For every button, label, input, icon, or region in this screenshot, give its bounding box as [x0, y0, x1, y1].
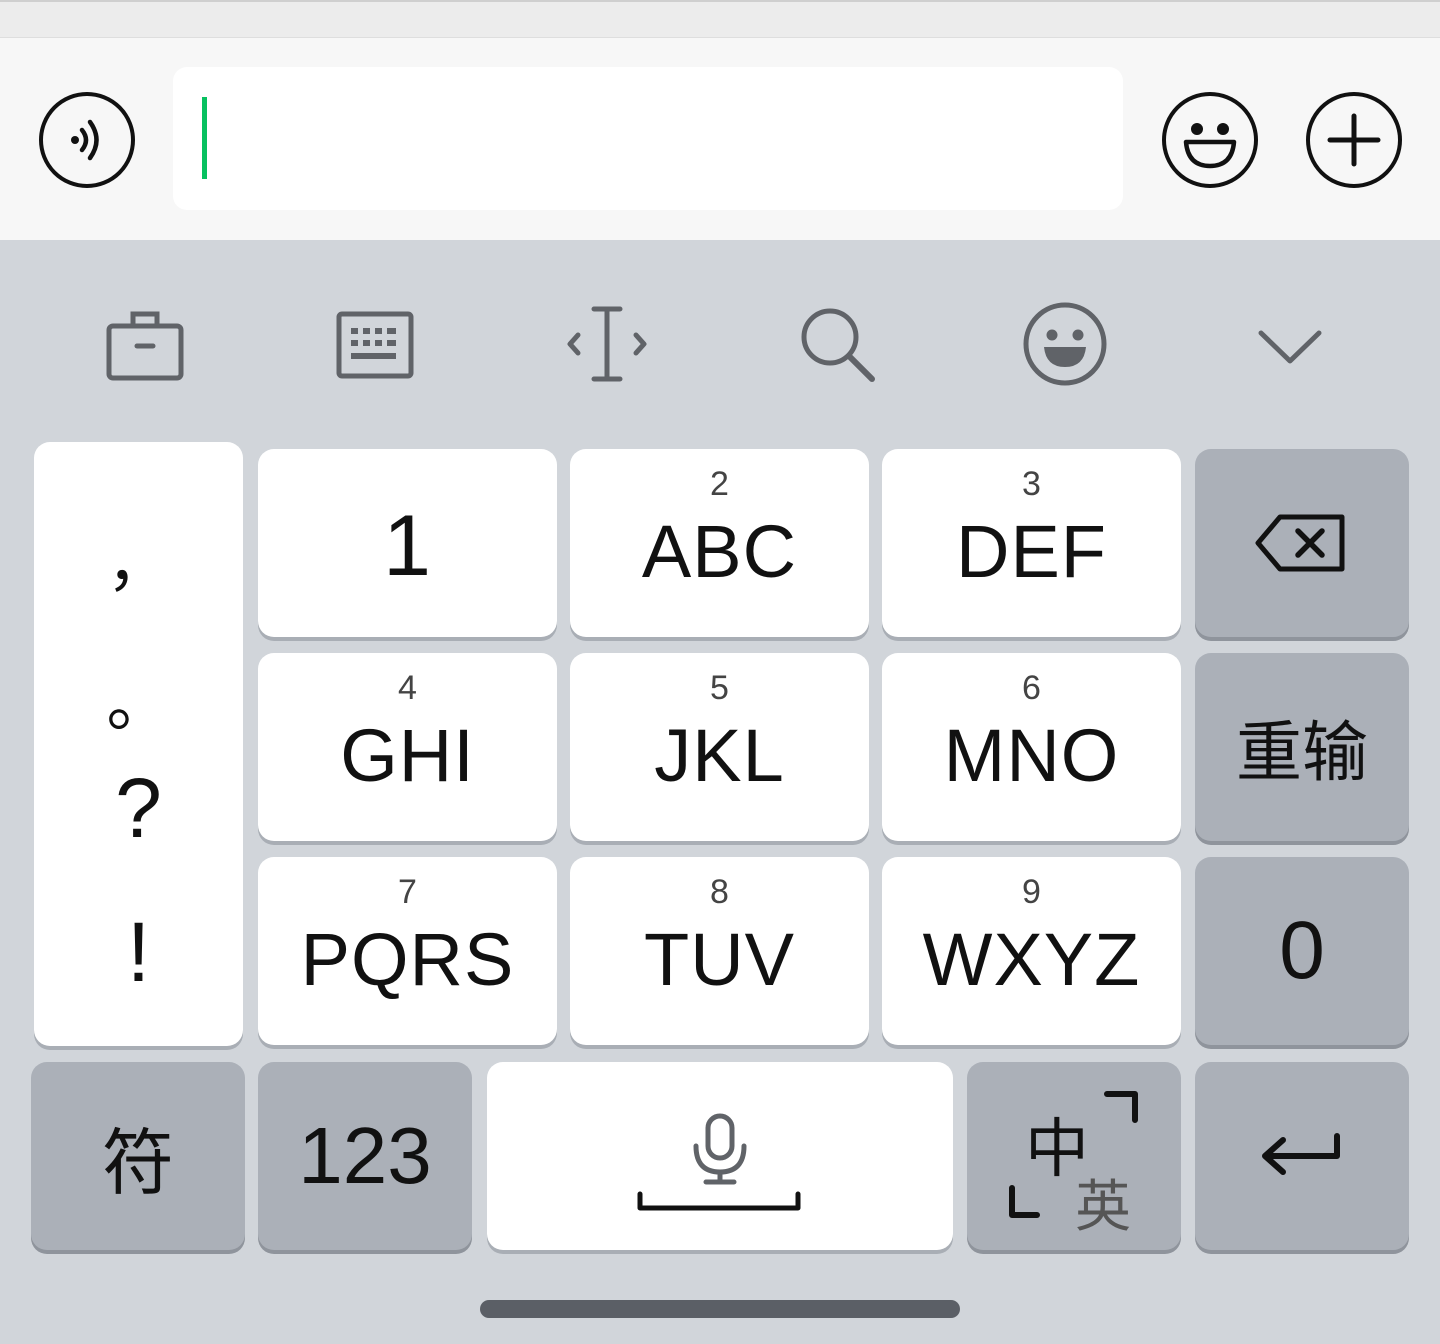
space-key[interactable]	[487, 1062, 953, 1250]
hide-keyboard-button[interactable]	[1240, 294, 1340, 394]
more-button[interactable]	[1306, 92, 1402, 188]
keyboard-switch-button[interactable]	[325, 294, 425, 394]
numbers-key[interactable]: 123	[258, 1062, 472, 1250]
key-2-abc[interactable]: 2 ABC	[570, 449, 869, 637]
key-label: GHI	[340, 714, 475, 797]
emoji-panel-button[interactable]	[1015, 294, 1115, 394]
key-digit: 2	[710, 465, 729, 503]
key-digit: 9	[1022, 873, 1041, 911]
punct-period[interactable]: 。	[34, 652, 243, 744]
message-input[interactable]	[173, 67, 1123, 210]
voice-icon	[71, 119, 99, 161]
key-label: MNO	[943, 714, 1120, 797]
punct-comma[interactable]: ，	[34, 512, 243, 604]
key-digit: 8	[710, 873, 729, 911]
key-4-ghi[interactable]: 4 GHI	[258, 653, 557, 841]
enter-icon	[1262, 1133, 1340, 1175]
toolbox-button[interactable]	[95, 294, 195, 394]
keyboard-icon	[336, 311, 414, 379]
key-9-wxyz[interactable]: 9 WXYZ	[882, 857, 1181, 1045]
key-7-pqrs[interactable]: 7 PQRS	[258, 857, 557, 1045]
chat-input-bar	[0, 38, 1440, 240]
punct-exclamation[interactable]: !	[34, 904, 243, 1001]
chevron-down-icon	[1258, 330, 1322, 364]
text-caret	[202, 97, 207, 179]
key-label: 0	[1279, 905, 1325, 996]
punct-question[interactable]: ?	[34, 760, 243, 857]
key-3-def[interactable]: 3 DEF	[882, 449, 1181, 637]
home-indicator[interactable]	[480, 1300, 960, 1318]
punctuation-key[interactable]: ， 。 ? !	[34, 442, 243, 1046]
key-0[interactable]: 0	[1195, 857, 1409, 1045]
emoji-icon	[1183, 123, 1237, 169]
emoji-icon	[1023, 302, 1107, 386]
voice-input-button[interactable]	[39, 92, 135, 188]
emoji-button[interactable]	[1162, 92, 1258, 188]
search-icon	[801, 308, 875, 382]
keyboard-toolbar	[0, 240, 1440, 440]
cursor-move-button[interactable]	[557, 294, 657, 394]
key-digit: 5	[710, 669, 729, 707]
language-switch-key[interactable]: 中 英	[967, 1062, 1181, 1250]
key-label: WXYZ	[922, 918, 1141, 1001]
backspace-icon	[1255, 514, 1345, 572]
numbers-label: 123	[298, 1111, 432, 1200]
key-5-jkl[interactable]: 5 JKL	[570, 653, 869, 841]
key-8-tuv[interactable]: 8 TUV	[570, 857, 869, 1045]
key-label: JKL	[654, 714, 785, 797]
symbols-key[interactable]: 符	[31, 1062, 245, 1250]
key-1[interactable]: 1	[258, 449, 557, 637]
key-digit: 6	[1022, 669, 1041, 707]
retype-key[interactable]: 重输	[1195, 653, 1409, 841]
backspace-key[interactable]	[1195, 449, 1409, 637]
key-label: ABC	[641, 510, 798, 593]
briefcase-icon	[106, 311, 184, 381]
status-strip	[0, 0, 1440, 38]
switch-corner-icon	[1009, 1091, 1138, 1218]
enter-key[interactable]	[1195, 1062, 1409, 1250]
key-label: DEF	[956, 510, 1107, 593]
retype-label: 重输	[1236, 714, 1368, 791]
plus-icon	[1327, 113, 1381, 167]
key-digit: 7	[398, 873, 417, 911]
key-digit: 4	[398, 669, 417, 707]
key-label: PQRS	[300, 918, 515, 1001]
symbols-label: 符	[101, 1120, 174, 1205]
search-button[interactable]	[787, 294, 887, 394]
key-6-mno[interactable]: 6 MNO	[882, 653, 1181, 841]
cursor-move-icon	[567, 306, 647, 382]
key-digit: 3	[1022, 465, 1041, 503]
microphone-icon	[637, 1113, 801, 1211]
key-label: TUV	[644, 918, 795, 1001]
key-label: 1	[383, 498, 432, 594]
